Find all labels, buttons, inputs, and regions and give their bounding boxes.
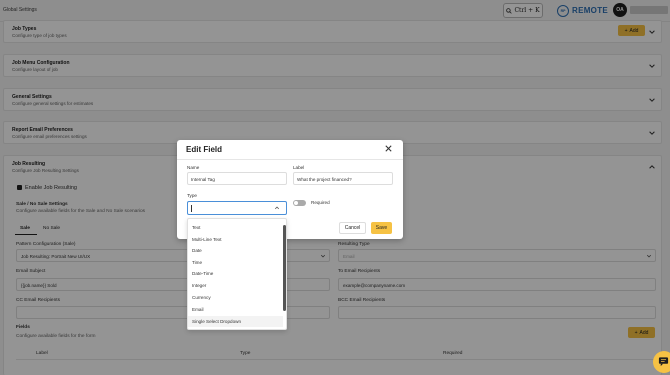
required-label: Required xyxy=(311,200,330,205)
type-label: Type xyxy=(187,193,197,198)
close-icon[interactable] xyxy=(384,144,393,153)
modal-title: Edit Field xyxy=(186,145,222,154)
type-option-date-time[interactable]: Date-Time xyxy=(188,268,283,279)
type-option-currency[interactable]: Currency xyxy=(188,292,283,303)
chat-icon xyxy=(658,357,669,367)
chat-support-button[interactable] xyxy=(653,351,670,373)
type-options-list: Text Multi-Line Text Date Time Date-Time… xyxy=(187,218,287,330)
type-option-text[interactable]: Text xyxy=(188,222,283,233)
chevron-up-icon xyxy=(274,206,280,210)
label-label: Label xyxy=(293,165,305,170)
type-select-input[interactable] xyxy=(187,201,287,215)
modal-divider xyxy=(177,159,403,160)
type-option-date[interactable]: Date xyxy=(188,245,283,256)
dropdown-scrollbar[interactable] xyxy=(283,223,286,327)
scrollbar-thumb[interactable] xyxy=(283,225,286,311)
save-button[interactable]: Save xyxy=(371,222,392,234)
toggle-knob xyxy=(294,201,298,205)
label-input[interactable]: What the project financed? xyxy=(293,172,393,185)
name-label: Name xyxy=(187,165,200,170)
type-option-integer[interactable]: Integer xyxy=(188,280,283,291)
required-toggle[interactable] xyxy=(293,200,306,206)
type-option-single-select-dropdown[interactable]: Single Select Dropdown xyxy=(188,316,283,327)
type-option-email[interactable]: Email xyxy=(188,304,283,315)
type-option-multi-line-text[interactable]: Multi-Line Text xyxy=(188,234,283,245)
text-cursor xyxy=(191,205,192,212)
type-option-time[interactable]: Time xyxy=(188,257,283,268)
name-input[interactable]: Internal Tag xyxy=(187,172,287,185)
cancel-button[interactable]: Cancel xyxy=(339,222,366,234)
